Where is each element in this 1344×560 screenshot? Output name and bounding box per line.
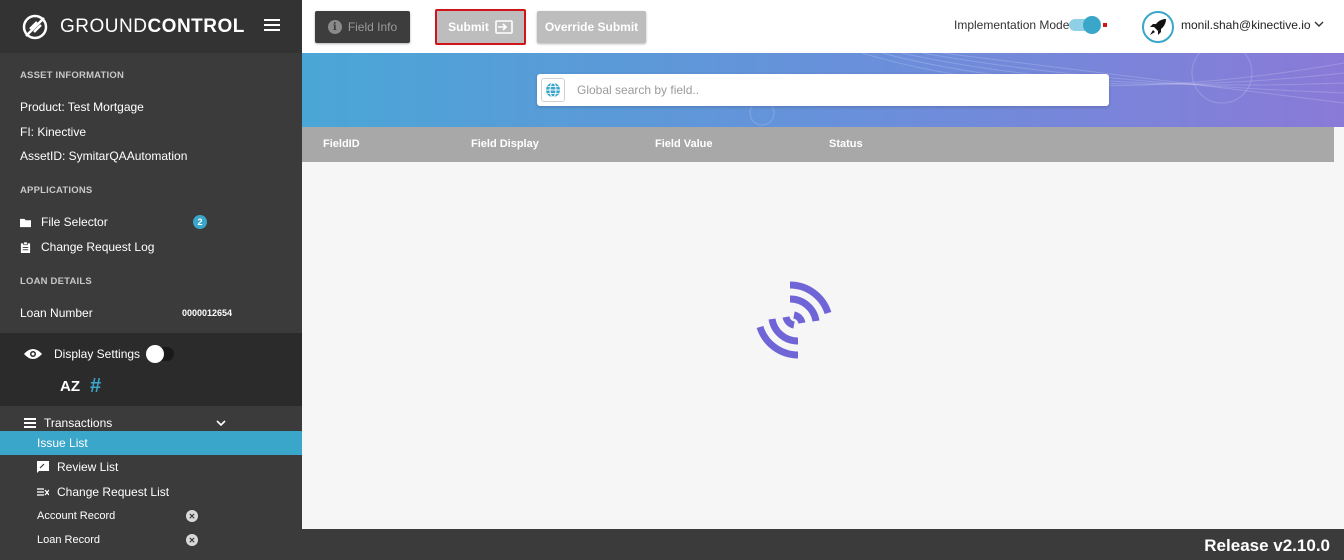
- file-selector-label: File Selector: [41, 215, 108, 229]
- menu-icon[interactable]: [264, 19, 280, 33]
- implementation-mode-label: Implementation Mode: [954, 18, 1070, 32]
- release-version: Release v2.10.0: [1204, 536, 1330, 555]
- sort-az-icon[interactable]: AZ: [60, 378, 80, 395]
- info-icon: i: [327, 20, 342, 34]
- close-icon[interactable]: ✕: [186, 534, 198, 546]
- transactions-label: Transactions: [44, 416, 113, 430]
- issue-list-label: Issue List: [37, 436, 88, 450]
- display-settings-panel: Display Settings AZ #: [0, 333, 302, 406]
- chevron-down-icon: [216, 420, 226, 427]
- loan-record-label: Loan Record: [37, 534, 100, 546]
- search-input[interactable]: [577, 83, 1077, 97]
- submit-button[interactable]: Submit: [435, 9, 526, 45]
- column-header-fieldid[interactable]: FieldID: [323, 138, 360, 150]
- sidebar-item-review-list[interactable]: Review List: [0, 455, 302, 479]
- table-body: [302, 162, 1344, 529]
- rate-review-icon: [37, 461, 49, 473]
- brand-header: GROUNDCONTROL: [0, 0, 302, 53]
- close-icon[interactable]: ✕: [186, 510, 198, 522]
- list-icon: [24, 418, 36, 428]
- loan-number-value: 0000012654: [182, 308, 233, 318]
- folder-icon: [20, 218, 31, 227]
- avatar[interactable]: [1142, 11, 1174, 43]
- display-settings-row: Display Settings: [24, 345, 175, 363]
- sidebar-item-account-record[interactable]: Account Record ✕: [0, 504, 302, 528]
- display-settings-label: Display Settings: [54, 347, 141, 361]
- clipboard-icon: [20, 241, 31, 253]
- fi-info: FI: Kinective: [20, 125, 87, 139]
- submit-label: Submit: [448, 20, 489, 34]
- user-email[interactable]: monil.shah@kinective.io: [1181, 18, 1311, 32]
- override-submit-button[interactable]: Override Submit: [537, 11, 646, 43]
- review-list-label: Review List: [57, 460, 119, 474]
- field-info-label: Field Info: [347, 20, 398, 34]
- implementation-mode-toggle[interactable]: [1069, 16, 1107, 34]
- rocket-icon: [1150, 19, 1166, 35]
- loan-number-label: Loan Number: [20, 306, 93, 320]
- eye-icon: [24, 349, 42, 359]
- sidebar-item-change-request-log[interactable]: Change Request Log: [0, 240, 154, 254]
- hash-icon[interactable]: #: [90, 375, 101, 398]
- product-info: Product: Test Mortgage: [20, 100, 144, 114]
- loading-spinner-icon: [756, 281, 832, 359]
- top-toolbar: i Field Info Submit Override Submit Impl…: [302, 0, 1344, 53]
- asset-id-info: AssetID: SymitarQAAutomation: [20, 149, 188, 163]
- globe-icon[interactable]: [541, 78, 565, 102]
- chevron-down-icon[interactable]: [1314, 19, 1324, 29]
- sidebar-item-issue-list[interactable]: Issue List: [0, 431, 302, 455]
- input-icon: [495, 20, 513, 34]
- field-info-button[interactable]: i Field Info: [315, 11, 410, 43]
- column-header-field-value[interactable]: Field Value: [655, 138, 712, 150]
- footer: Release v2.10.0: [302, 529, 1344, 560]
- change-request-log-label: Change Request Log: [41, 240, 155, 254]
- display-settings-toggle[interactable]: [146, 345, 175, 363]
- sidebar-item-loan-record[interactable]: Loan Record ✕: [0, 528, 302, 552]
- table-header: FieldID Field Display Field Value Status: [302, 127, 1334, 162]
- column-header-field-display[interactable]: Field Display: [471, 138, 539, 150]
- clear-all-icon: [37, 488, 49, 496]
- column-header-status[interactable]: Status: [829, 138, 863, 150]
- sidebar: GROUNDCONTROL ASSET INFORMATION Product:…: [0, 0, 302, 560]
- applications-title: APPLICATIONS: [20, 185, 93, 196]
- global-search-box[interactable]: [537, 74, 1109, 106]
- change-request-list-label: Change Request List: [57, 485, 170, 499]
- sidebar-item-file-selector[interactable]: File Selector 2: [0, 215, 302, 229]
- asset-information-title: ASSET INFORMATION: [20, 70, 125, 81]
- account-record-label: Account Record: [37, 510, 116, 522]
- loan-details-title: LOAN DETAILS: [20, 276, 92, 287]
- groundcontrol-logo-icon: [22, 14, 48, 39]
- loan-number-row: Loan Number 0000012654: [0, 306, 302, 320]
- file-selector-badge: 2: [193, 215, 207, 229]
- brand-name: GROUNDCONTROL: [60, 15, 245, 37]
- sidebar-item-change-request-list[interactable]: Change Request List: [0, 480, 302, 504]
- search-banner: [302, 53, 1344, 127]
